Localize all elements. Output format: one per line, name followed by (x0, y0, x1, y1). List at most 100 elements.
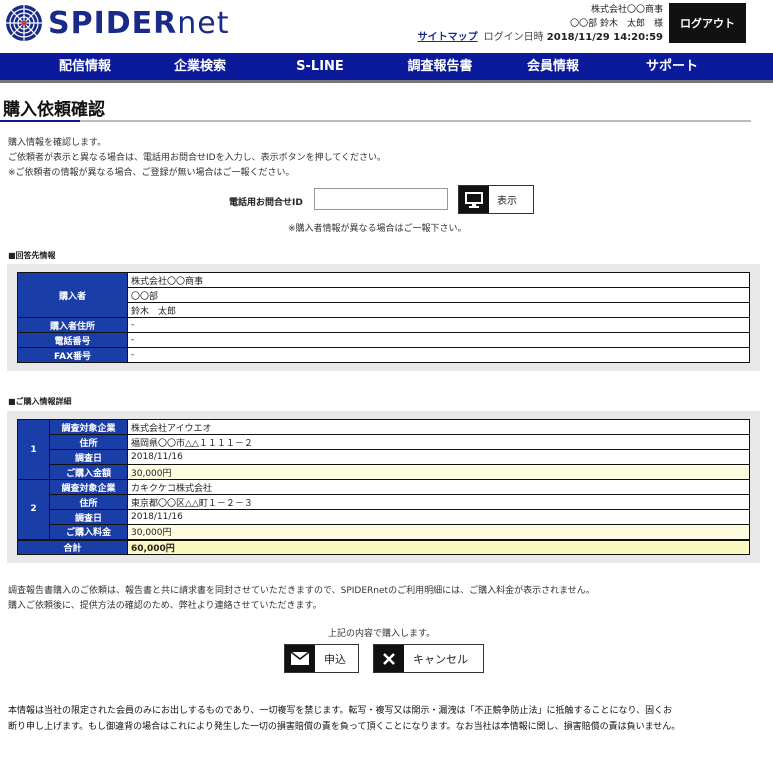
confirm-text: 上記の内容で購入します。 (328, 629, 436, 639)
disclaimer-line: 断り申し上げます。もし御違背の場合はこれにより発生した一切の損害賠償の責を負って… (8, 722, 681, 732)
user-info: 株式会社〇〇商事 〇〇部 鈴木 太郎 様 サイトマップ ログイン日時 2018/1… (418, 3, 663, 45)
monitor-icon (465, 191, 483, 208)
globe-logo-icon (6, 5, 42, 41)
fax-label: FAX番号 (17, 347, 128, 363)
nav-member[interactable]: 会員情報 (508, 53, 598, 80)
close-icon (383, 652, 395, 665)
table-row: 購入者住所 - (17, 317, 750, 333)
intro-text: 購入情報を確認します。 ご依頼者が表示と異なる場合は、電話用お問合せIDを入力し… (8, 136, 386, 181)
item-date-label: 調査日 (49, 509, 128, 525)
disclaimer-line: 本情報は当社の限定された会員のみにお出しするものであり、一切複写を禁じます。転写… (8, 706, 673, 716)
item-price: 30,000円 (127, 464, 750, 480)
buyer-name: 鈴木 太郎 (127, 302, 750, 318)
item-company: カキクケコ株式会社 (127, 479, 750, 495)
apply-button[interactable]: 申込 (284, 644, 359, 673)
item-price: 30,000円 (127, 524, 750, 540)
user-name: 〇〇部 鈴木 太郎 様 (570, 19, 663, 29)
table-row: 調査日 2018/11/16 (18, 449, 750, 465)
nav-report[interactable]: 調査報告書 (390, 53, 490, 80)
item-address: 福岡県〇〇市△△１１１１－２ (127, 434, 750, 450)
sitemap-link[interactable]: サイトマップ (418, 32, 478, 43)
logo-text-net: net (177, 5, 230, 41)
intro-line: ※ご依頼者の情報が異なる場合、ご登録が無い場合はご一報ください。 (8, 168, 295, 178)
reply-table: 購入者 株式会社〇〇商事 〇〇部 鈴木 太郎 購入者住所 - 電話番号 - FA… (17, 272, 750, 363)
item-company: 株式会社アイウエオ (127, 419, 750, 435)
show-button-label: 表示 (497, 196, 517, 207)
page-title: 購入依頼確認 (3, 100, 105, 120)
apply-button-label: 申込 (324, 652, 346, 666)
table-row: 電話番号 - (17, 332, 750, 348)
item-company-label: 調査対象企業 (49, 479, 128, 495)
phone-id-label: 電話用お問合せID (229, 198, 303, 208)
intro-line: ご依頼者が表示と異なる場合は、電話用お問合せIDを入力し、表示ボタンを押してくだ… (8, 153, 387, 163)
envelope-icon-box (285, 645, 315, 672)
phone-id-input[interactable] (314, 188, 448, 210)
item-company-label: 調査対象企業 (49, 419, 128, 435)
item-address-label: 住所 (49, 434, 128, 450)
item-address: 東京都〇〇区△△町１－２－３ (127, 494, 750, 510)
nav-support[interactable]: サポート (627, 53, 717, 80)
logout-button[interactable]: ログアウト (669, 3, 746, 43)
item-address-label: 住所 (49, 494, 128, 510)
table-row: 調査日 2018/11/16 (18, 509, 750, 525)
cancel-button[interactable]: キャンセル (373, 644, 484, 673)
buyer-dept: 〇〇部 (127, 287, 750, 303)
nav-s-line[interactable]: S-LINE (275, 53, 365, 80)
table-row: 住所 福岡県〇〇市△△１１１１－２ (18, 434, 750, 450)
bottom-note: 調査報告書購入のご依頼は、報告書と共に請求書を同封させていただきますので、SPI… (8, 584, 595, 614)
phone-label: 電話番号 (17, 332, 128, 348)
table-row: 鈴木 太郎 (18, 302, 750, 318)
item-price-label: ご購入金額 (49, 464, 128, 480)
total-label: 合計 (17, 538, 128, 555)
logo-text: SPIDERnet (48, 6, 230, 41)
reply-panel: 購入者 株式会社〇〇商事 〇〇部 鈴木 太郎 購入者住所 - 電話番号 - FA… (7, 264, 760, 371)
phone-note: ※購入者情報が異なる場合はご一報下さい。 (288, 224, 467, 234)
login-label: ログイン日時 (483, 32, 544, 43)
logo-text-spider: SPIDER (48, 5, 178, 41)
title-underline (0, 120, 751, 122)
header: SPIDERnet 株式会社〇〇商事 〇〇部 鈴木 太郎 様 サイトマップ ログイ… (0, 0, 773, 52)
table-row: 住所 東京都〇〇区△△町１－２－３ (18, 494, 750, 510)
close-icon-box (374, 645, 404, 672)
note-line: 購入ご依頼後に、提供方法の確認のため、弊社より連絡させていただきます。 (8, 601, 322, 611)
item-number: 2 (17, 479, 50, 540)
total-value: 60,000円 (127, 538, 750, 555)
table-row: 2 調査対象企業 カキクケコ株式会社 (17, 479, 750, 540)
reply-section-label: ■回答先情報 (8, 251, 56, 260)
address-label: 購入者住所 (17, 317, 128, 333)
item-number: 1 (17, 419, 50, 480)
table-row: FAX番号 - (17, 347, 750, 363)
table-row: 1 調査対象企業 株式会社アイウエオ (17, 419, 750, 480)
nav-distribution[interactable]: 配信情報 (40, 53, 130, 80)
monitor-icon-box (459, 186, 489, 213)
phone-value: - (127, 332, 750, 348)
item-date: 2018/11/16 (127, 449, 750, 465)
show-button[interactable]: 表示 (458, 185, 534, 214)
cancel-button-label: キャンセル (413, 652, 468, 666)
purchase-table: 1 調査対象企業 株式会社アイウエオ 住所 福岡県〇〇市△△１１１１－２ 調査日… (17, 419, 750, 555)
table-row: 〇〇部 (18, 287, 750, 303)
item-date-label: 調査日 (49, 449, 128, 465)
phone-id-row: 電話用お問合せID 表示 (0, 185, 773, 215)
user-company: 株式会社〇〇商事 (590, 5, 663, 15)
nav-company-search[interactable]: 企業検索 (155, 53, 245, 80)
buyer-company: 株式会社〇〇商事 (127, 272, 750, 288)
address-value: - (127, 317, 750, 333)
fax-value: - (127, 347, 750, 363)
envelope-icon (291, 652, 309, 665)
disclaimer: 本情報は当社の限定された会員のみにお出しするものであり、一切複写を禁じます。転写… (8, 703, 768, 735)
login-info: サイトマップ ログイン日時 2018/11/29 14:20:59 (418, 31, 663, 45)
table-row: ご購入金額 30,000円 (18, 464, 750, 480)
purchase-panel: 1 調査対象企業 株式会社アイウエオ 住所 福岡県〇〇市△△１１１１－２ 調査日… (7, 411, 760, 563)
table-row: 購入者 株式会社〇〇商事 (17, 272, 750, 318)
item-date: 2018/11/16 (127, 509, 750, 525)
item-price-label: ご購入料金 (49, 524, 128, 540)
intro-line: 購入情報を確認します。 (8, 138, 107, 148)
buyer-label: 購入者 (17, 272, 128, 318)
main-nav: 配信情報 企業検索 S-LINE 調査報告書 会員情報 サポート (0, 53, 773, 83)
logo[interactable]: SPIDERnet (4, 3, 230, 43)
table-row: ご購入料金 30,000円 (18, 524, 750, 540)
total-row: 合計 60,000円 (17, 538, 750, 555)
note-line: 調査報告書購入のご依頼は、報告書と共に請求書を同封させていただきますので、SPI… (8, 586, 595, 596)
purchase-section-label: ■ご購入情報詳細 (8, 397, 72, 406)
